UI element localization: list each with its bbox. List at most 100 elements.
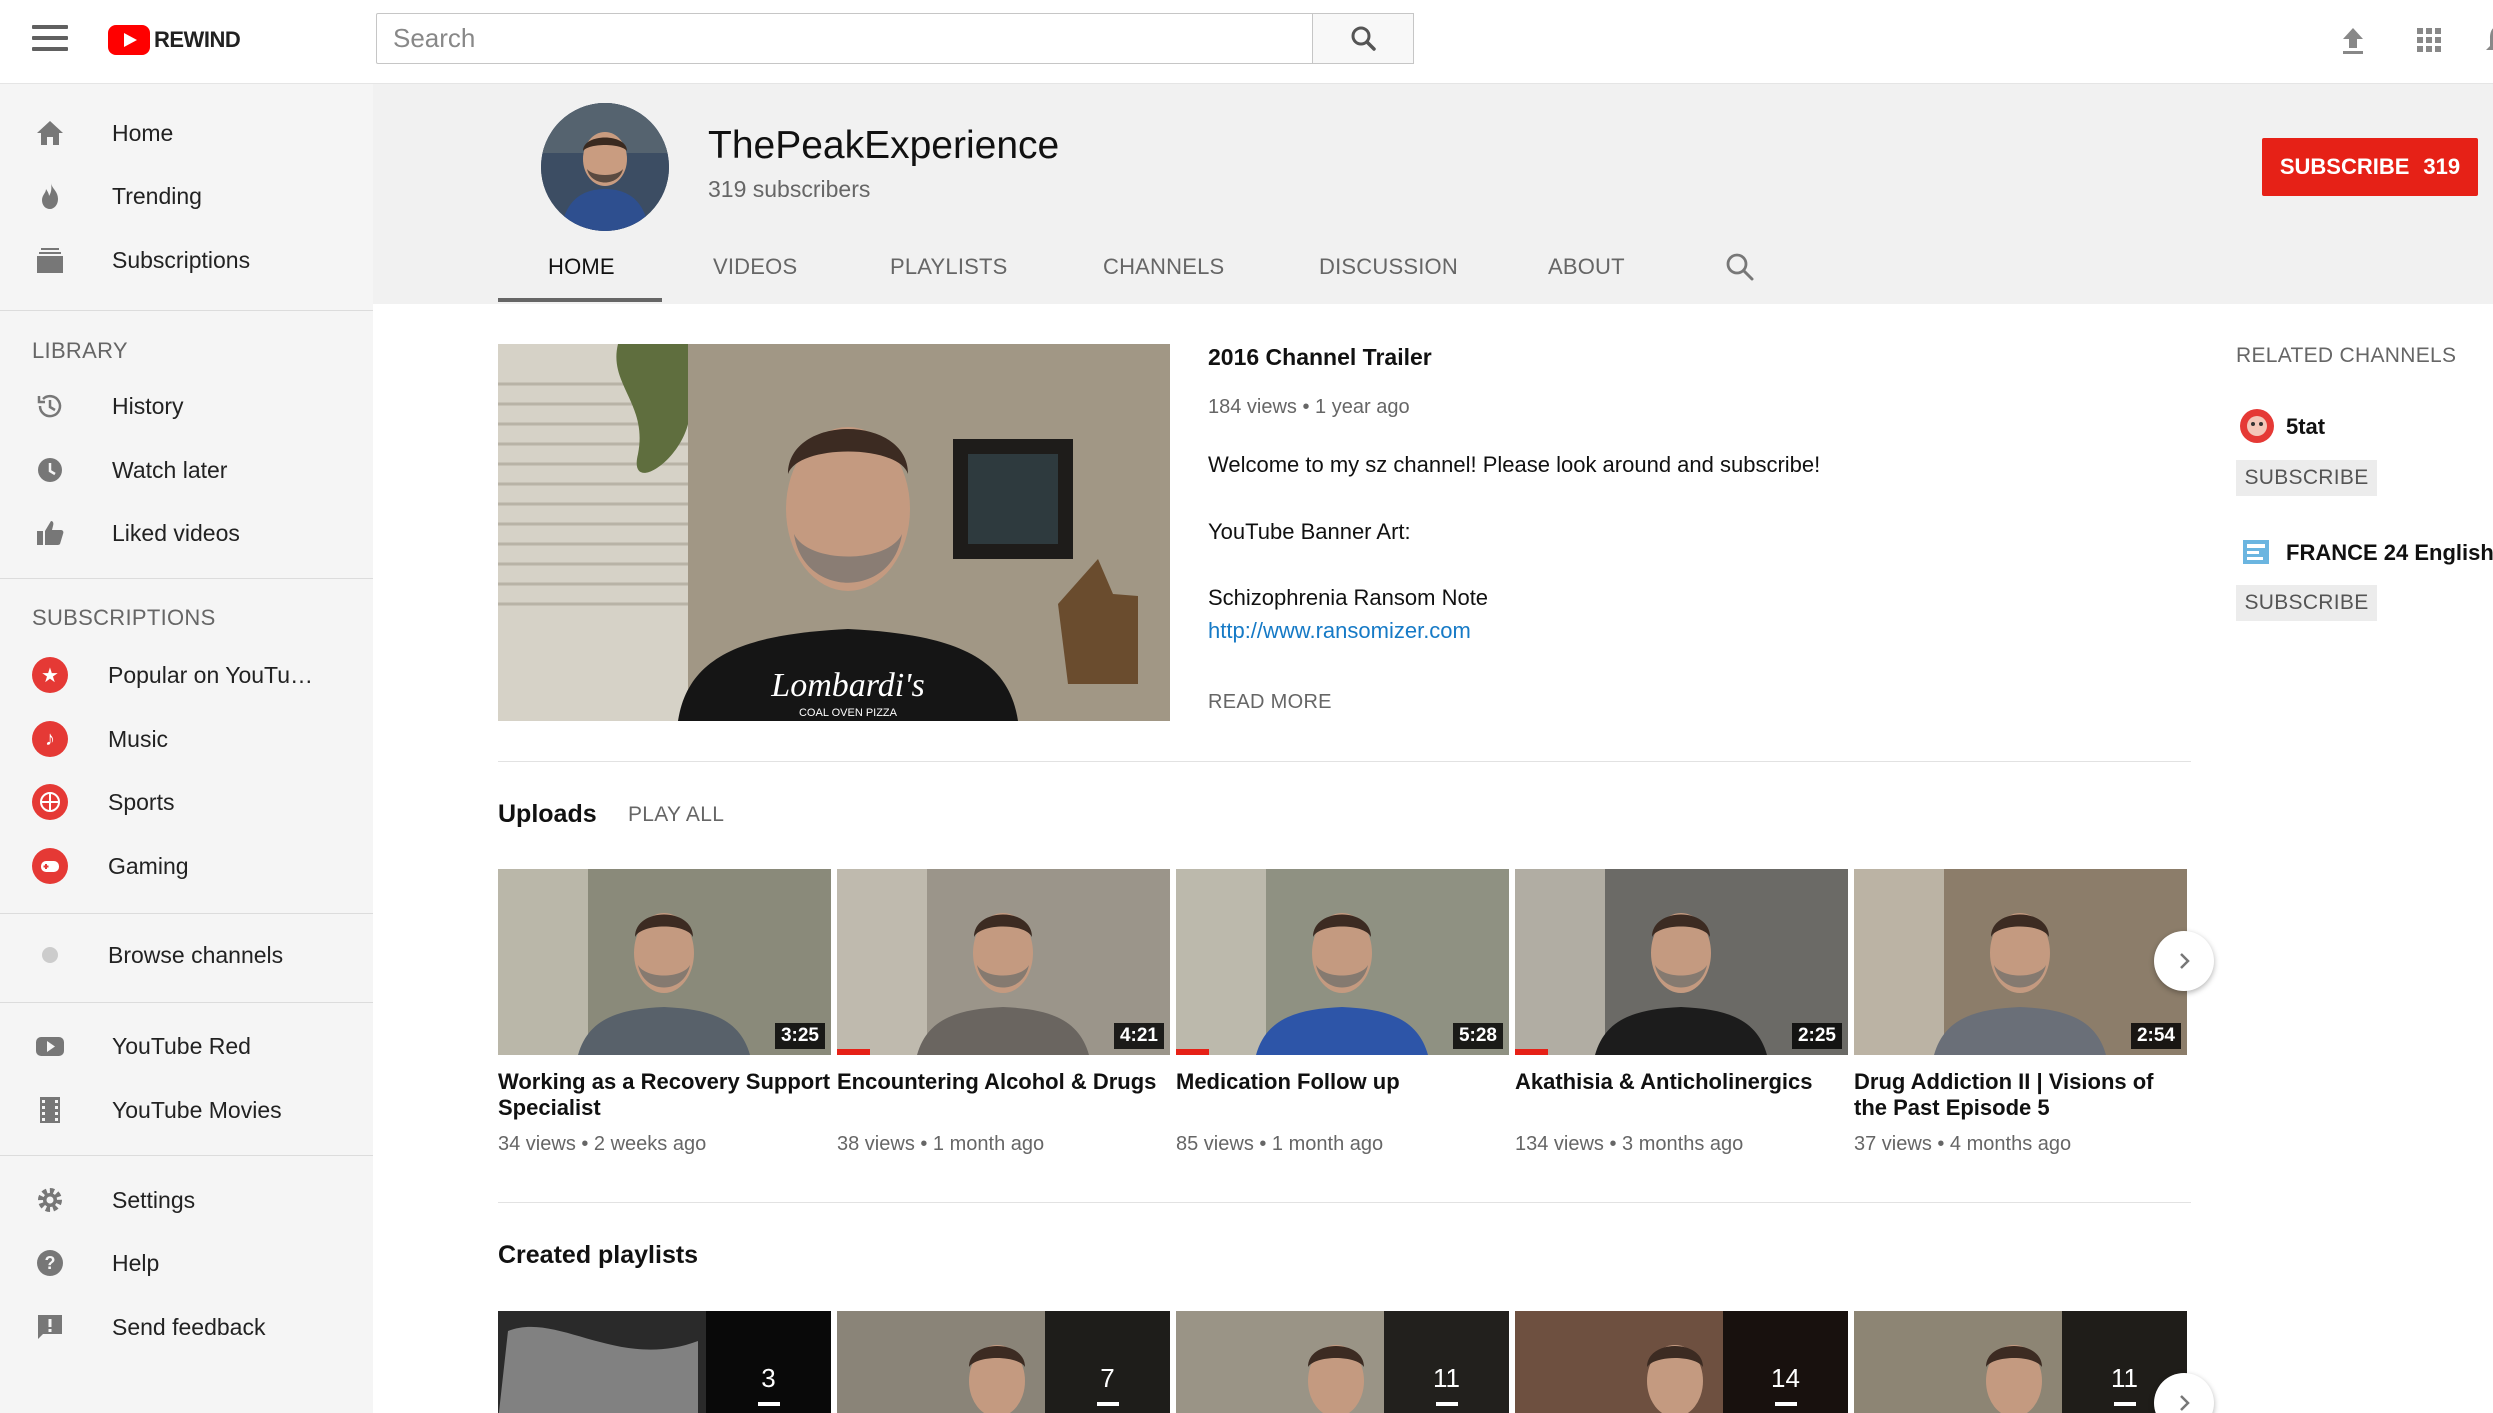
menu-icon[interactable]	[32, 25, 68, 55]
youtube-play-icon	[108, 25, 150, 55]
channel-name: ThePeakExperience	[708, 124, 1060, 167]
playlist-card[interactable]: 11	[1854, 1311, 2187, 1413]
sidebar-item-home[interactable]: Home	[0, 102, 373, 164]
video-duration: 4:21	[1113, 1023, 1164, 1049]
tab-home[interactable]: HOME	[548, 254, 615, 280]
tab-about[interactable]: ABOUT	[1548, 254, 1625, 280]
tab-playlists[interactable]: PLAYLISTS	[890, 254, 1008, 280]
logo-text: REWIND	[154, 27, 241, 52]
shirt-logo-subtext: COAL OVEN PIZZA	[799, 707, 898, 719]
section-divider	[498, 761, 2191, 762]
video-title[interactable]: Encountering Alcohol & Drugs	[837, 1069, 1170, 1121]
gear-icon	[32, 1182, 68, 1218]
watch-progress-bar	[837, 1049, 871, 1055]
playlist-video-count: 3	[761, 1363, 776, 1393]
search-input[interactable]	[376, 13, 1313, 64]
search-button[interactable]	[1312, 13, 1414, 64]
video-card[interactable]: 2:25 Akathisia & Anticholinergics 134 view…	[1515, 869, 1848, 1156]
music-note-icon: ♪	[32, 721, 68, 757]
read-more-button[interactable]: READ MORE	[1208, 691, 1332, 714]
tab-channels[interactable]: CHANNELS	[1103, 254, 1224, 280]
sidebar-item-label: Music	[108, 725, 169, 752]
subscribe-label: SUBSCRIBE	[2279, 154, 2410, 179]
sidebar-divider	[0, 913, 373, 914]
top-right-icons	[2333, 20, 2493, 60]
svg-text:?: ?	[45, 1253, 56, 1273]
trailer-description-link[interactable]: http://www.ransomizer.com	[1208, 618, 1471, 644]
video-thumbnail[interactable]: 2:25	[1515, 869, 1848, 1055]
sidebar-item-label: Home	[112, 119, 174, 146]
sidebar-item-history[interactable]: History	[0, 375, 373, 437]
playlist-card[interactable]: 11	[1176, 1311, 1509, 1413]
video-thumbnail[interactable]: 2:54	[1854, 869, 2187, 1055]
upload-icon[interactable]	[2333, 20, 2373, 60]
uploads-next-button[interactable]	[2154, 931, 2214, 991]
history-icon	[32, 388, 68, 424]
playlist-card[interactable]: 7	[837, 1311, 1170, 1413]
film-icon	[32, 1092, 68, 1128]
sidebar-item-sports[interactable]: Sports	[0, 771, 373, 833]
sidebar-item-youtube-red[interactable]: YouTube Red	[0, 1015, 373, 1077]
sidebar-item-browse-channels[interactable]: Browse channels	[0, 924, 373, 986]
playlist-icon	[757, 1402, 780, 1406]
related-channel-name[interactable]: 5tat	[2286, 414, 2325, 440]
sidebar-item-popular-on-youtube[interactable]: ★ Popular on YouTu…	[0, 644, 373, 706]
france24-channel-avatar-icon[interactable]	[2239, 534, 2275, 570]
channel-search-icon[interactable]	[1724, 251, 1756, 283]
video-card[interactable]: 3:25 Working as a Recovery Support Specia…	[498, 869, 831, 1156]
video-duration: 5:28	[1452, 1023, 1503, 1049]
sidebar-item-settings[interactable]: Settings	[0, 1169, 373, 1231]
notifications-bell-icon[interactable]	[2479, 20, 2493, 60]
watch-progress-bar	[1515, 1049, 1549, 1055]
playlist-card[interactable]: 3	[498, 1311, 831, 1413]
trailer-meta: 184 views • 1 year ago	[1208, 396, 1410, 418]
video-title[interactable]: Working as a Recovery Support Specialist	[498, 1069, 831, 1121]
sidebar-item-label: YouTube Movies	[112, 1096, 282, 1123]
sidebar-item-gaming[interactable]: Gaming	[0, 835, 373, 897]
sidebar-item-help[interactable]: ? Help	[0, 1232, 373, 1294]
created-playlists-heading[interactable]: Created playlists	[498, 1241, 698, 1270]
star-icon: ★	[32, 657, 68, 693]
subscribe-button[interactable]: SUBSCRIBE 319	[2262, 138, 2478, 196]
sidebar-item-liked-videos[interactable]: Liked videos	[0, 502, 373, 564]
video-card[interactable]: 2:54 Drug Addiction II | Visions of the P…	[1854, 869, 2187, 1156]
sidebar-item-label: YouTube Red	[112, 1032, 251, 1059]
related-channel-name[interactable]: FRANCE 24 English	[2286, 540, 2493, 566]
video-title[interactable]: Akathisia & Anticholinergics	[1515, 1069, 1848, 1121]
video-title[interactable]: Drug Addiction II | Visions of the Past …	[1854, 1069, 2187, 1121]
sidebar-item-youtube-movies[interactable]: YouTube Movies	[0, 1079, 373, 1141]
sidebar-item-send-feedback[interactable]: Send feedback	[0, 1296, 373, 1358]
watch-progress-bar	[1176, 1049, 1210, 1055]
related-channel-subscribe-button[interactable]: SUBSCRIBE	[2236, 460, 2377, 496]
playlist-card[interactable]: 14	[1515, 1311, 1848, 1413]
playlist-video-count: 7	[1100, 1363, 1115, 1393]
youtube-rewind-logo[interactable]: REWIND	[108, 22, 241, 58]
channel-avatar[interactable]	[541, 103, 669, 231]
apps-grid-icon[interactable]	[2409, 20, 2449, 60]
video-duration: 2:54	[2130, 1023, 2181, 1049]
5tat-channel-avatar-icon[interactable]	[2239, 408, 2275, 444]
home-icon	[32, 115, 68, 151]
sidebar-item-trending[interactable]: Trending	[0, 165, 373, 227]
video-thumbnail[interactable]: 3:25	[498, 869, 831, 1055]
sidebar-divider	[0, 310, 373, 311]
tab-discussion[interactable]: DISCUSSION	[1319, 254, 1458, 280]
sidebar-item-music[interactable]: ♪ Music	[0, 708, 373, 770]
video-thumbnail[interactable]: 4:21	[837, 869, 1170, 1055]
video-title[interactable]: Medication Follow up	[1176, 1069, 1509, 1121]
sidebar-divider	[0, 578, 373, 579]
video-card[interactable]: 4:21 Encountering Alcohol & Drugs 38 views…	[837, 869, 1170, 1156]
sidebar-item-subscriptions[interactable]: Subscriptions	[0, 229, 373, 291]
tab-videos[interactable]: VIDEOS	[713, 254, 797, 280]
play-all-button[interactable]: PLAY ALL	[628, 803, 724, 827]
sidebar-item-label: Popular on YouTu…	[108, 661, 314, 688]
video-thumbnail[interactable]: 5:28	[1176, 869, 1509, 1055]
channel-trailer-thumbnail[interactable]: Lombardi's COAL OVEN PIZZA	[498, 344, 1170, 721]
related-channel-subscribe-button[interactable]: SUBSCRIBE	[2236, 585, 2377, 621]
video-meta: 85 views • 1 month ago	[1176, 1133, 1384, 1155]
chevron-right-icon	[2180, 1395, 2190, 1411]
uploads-heading[interactable]: Uploads	[498, 800, 597, 829]
trailer-title[interactable]: 2016 Channel Trailer	[1208, 344, 1432, 371]
sidebar-item-watch-later[interactable]: Watch later	[0, 439, 373, 501]
video-card[interactable]: 5:28 Medication Follow up 85 views • 1 mon…	[1176, 869, 1509, 1156]
